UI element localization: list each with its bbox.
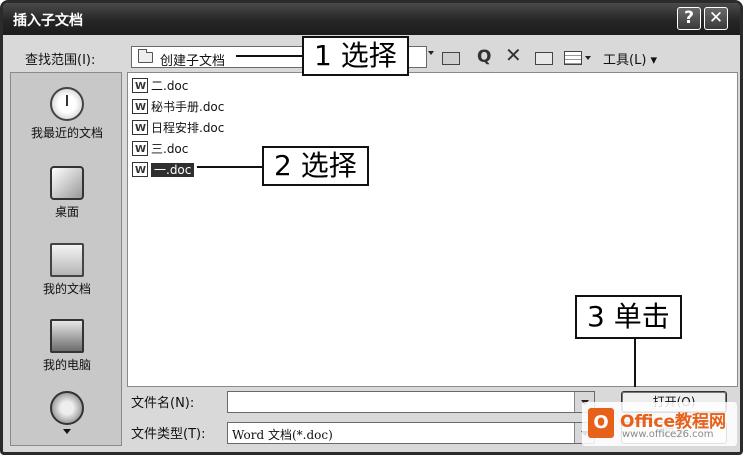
file-name-input[interactable]: [227, 391, 595, 413]
callout-step-1: 1 选择: [302, 36, 409, 76]
callout-leader-line: [634, 339, 636, 387]
look-in-label: 查找范围(I):: [25, 53, 96, 68]
file-name: 秘书手册.doc: [151, 100, 225, 114]
office-logo-icon: O: [588, 408, 614, 438]
file-name: 三.doc: [151, 142, 189, 156]
place-my-computer[interactable]: 我的电脑: [11, 319, 123, 373]
file-type-value: Word 文档(*.doc): [232, 428, 333, 442]
place-desktop[interactable]: 桌面: [11, 166, 123, 220]
close-button[interactable]: ✕: [704, 7, 728, 30]
list-item[interactable]: 秘书手册.doc: [132, 98, 225, 117]
network-places-icon: [50, 391, 84, 425]
tools-menu[interactable]: 工具(L) ▾: [603, 49, 657, 68]
list-item[interactable]: 日程安排.doc: [132, 119, 225, 138]
word-document-icon: [132, 141, 148, 159]
folder-icon: [138, 49, 153, 63]
file-name-label: 文件名(N):: [131, 396, 195, 411]
dialog-title: 插入子文档: [13, 13, 83, 29]
watermark-url: www.office26.com: [622, 429, 714, 440]
callout-leader-line: [197, 166, 262, 168]
places-scroll-down-icon[interactable]: [63, 429, 71, 434]
delete-icon[interactable]: ✕: [505, 45, 522, 65]
file-list: 二.doc 秘书手册.doc 日程安排.doc 三.doc 一.doc: [127, 72, 738, 387]
place-label: 我最近的文档: [30, 126, 103, 140]
file-name: 一.doc: [151, 163, 195, 177]
chevron-down-icon: ▾: [650, 53, 658, 68]
place-label: 我的文档: [42, 282, 91, 296]
title-bar: 插入子文档 ? ✕: [3, 3, 740, 35]
search-web-icon[interactable]: Q: [477, 47, 491, 67]
help-button[interactable]: ?: [677, 7, 701, 30]
word-document-icon: [132, 78, 148, 96]
my-documents-icon: [50, 243, 84, 277]
up-one-level-icon[interactable]: [441, 47, 461, 67]
file-type-label: 文件类型(T):: [131, 427, 206, 442]
desktop-icon: [50, 166, 84, 200]
place-recent-documents[interactable]: 我最近的文档: [11, 87, 123, 141]
my-computer-icon: [50, 319, 84, 353]
word-document-icon: [132, 99, 148, 117]
tools-menu-label: 工具(L): [603, 53, 647, 68]
file-type-dropdown[interactable]: Word 文档(*.doc): [227, 422, 595, 444]
place-network[interactable]: [11, 391, 123, 428]
place-label: 桌面: [54, 205, 79, 219]
list-item-selected[interactable]: 一.doc: [132, 161, 195, 180]
place-my-documents[interactable]: 我的文档: [11, 243, 123, 297]
callout-step-3: 3 单击: [575, 295, 682, 339]
new-folder-icon[interactable]: [534, 47, 554, 67]
list-item[interactable]: 二.doc: [132, 77, 189, 96]
file-name: 二.doc: [151, 79, 189, 93]
file-name: 日程安排.doc: [151, 121, 225, 135]
site-watermark: O Office教程网 www.office26.com: [582, 402, 737, 446]
recent-documents-icon: [50, 87, 84, 121]
places-bar: 我最近的文档 桌面 我的文档 我的电脑: [10, 72, 122, 446]
views-menu-icon[interactable]: [564, 47, 594, 67]
place-label: 我的电脑: [42, 358, 91, 372]
word-document-icon: [132, 162, 148, 180]
list-item[interactable]: 三.doc: [132, 140, 189, 159]
callout-step-2: 2 选择: [262, 146, 369, 186]
word-document-icon: [132, 120, 148, 138]
callout-leader-line: [236, 55, 302, 57]
look-in-value: 创建子文档: [160, 54, 226, 69]
look-in-dropdown-arrow-icon[interactable]: [428, 51, 434, 55]
